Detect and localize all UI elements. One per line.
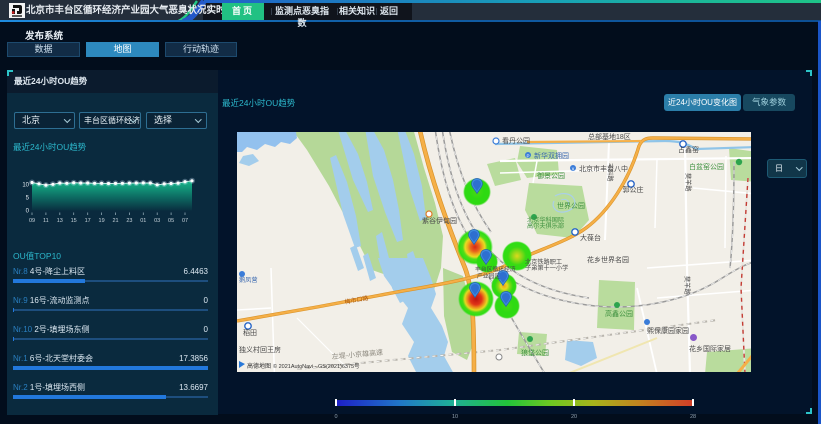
svg-text:花乡世界名园: 花乡世界名园 [587, 255, 629, 264]
svg-text:11: 11 [43, 218, 49, 224]
svg-text:新华双拥园: 新华双拥园 [534, 151, 569, 160]
svg-text:05: 05 [168, 218, 174, 224]
svg-text:P: P [526, 154, 529, 159]
svg-text:© 2021AutoNavi - GS(2021)6375号: © 2021AutoNavi - GS(2021)6375号 [273, 363, 360, 370]
svg-text:03: 03 [154, 218, 160, 224]
svg-text:占鑫窑: 占鑫窑 [678, 145, 699, 154]
svg-text:独义村回王房: 独义村回王房 [239, 345, 281, 354]
svg-text:御景公园: 御景公园 [537, 171, 565, 180]
svg-text:总部基地18区: 总部基地18区 [588, 132, 631, 141]
svg-text:熙保康园家园: 熙保康园家园 [647, 326, 689, 335]
svg-text:0: 0 [26, 209, 30, 215]
svg-text:樊羊路: 樊羊路 [684, 173, 692, 192]
svg-text:狼垡公园: 狼垡公园 [521, 348, 549, 357]
svg-text:郭公庄: 郭公庄 [623, 185, 644, 194]
svg-text:子弟第十一小学: 子弟第十一小学 [525, 264, 568, 272]
svg-text:花乡国际家居: 花乡国际家居 [689, 344, 731, 353]
svg-text:丰台区循环经济: 丰台区循环经济 [475, 265, 516, 273]
svg-text:13: 13 [57, 218, 63, 224]
svg-text:17: 17 [85, 218, 91, 224]
svg-text:稻田: 稻田 [243, 328, 257, 337]
svg-text:23: 23 [126, 218, 132, 224]
svg-text:10: 10 [22, 182, 29, 188]
svg-text:白盆窑公园: 白盆窑公园 [689, 162, 724, 171]
svg-text:07: 07 [182, 218, 188, 224]
svg-text:北京市丰台八中: 北京市丰台八中 [579, 164, 628, 173]
svg-text:01: 01 [140, 218, 146, 224]
svg-text:大葆台: 大葆台 [580, 233, 601, 242]
svg-text:21: 21 [112, 218, 118, 224]
svg-text:樊羊路: 樊羊路 [683, 276, 691, 295]
svg-text:高鑫公园: 高鑫公园 [605, 309, 633, 318]
svg-text:09: 09 [29, 218, 35, 224]
svg-text:丰科路: 丰科路 [606, 163, 614, 182]
svg-text:看丹公园: 看丹公园 [502, 137, 530, 145]
svg-text:世界公园: 世界公园 [557, 201, 585, 210]
svg-text:紫谷伊甸园: 紫谷伊甸园 [422, 216, 457, 225]
svg-text:15: 15 [71, 218, 77, 224]
svg-text:高德地图: 高德地图 [247, 362, 271, 370]
svg-text:19: 19 [99, 218, 105, 224]
svg-text:5: 5 [26, 195, 30, 201]
svg-text:X: X [571, 167, 574, 172]
svg-text:高尔夫俱乐部: 高尔夫俱乐部 [527, 222, 564, 230]
svg-text:产业园区: 产业园区 [477, 272, 500, 280]
svg-text:鹅凤营: 鹅凤营 [239, 276, 258, 284]
